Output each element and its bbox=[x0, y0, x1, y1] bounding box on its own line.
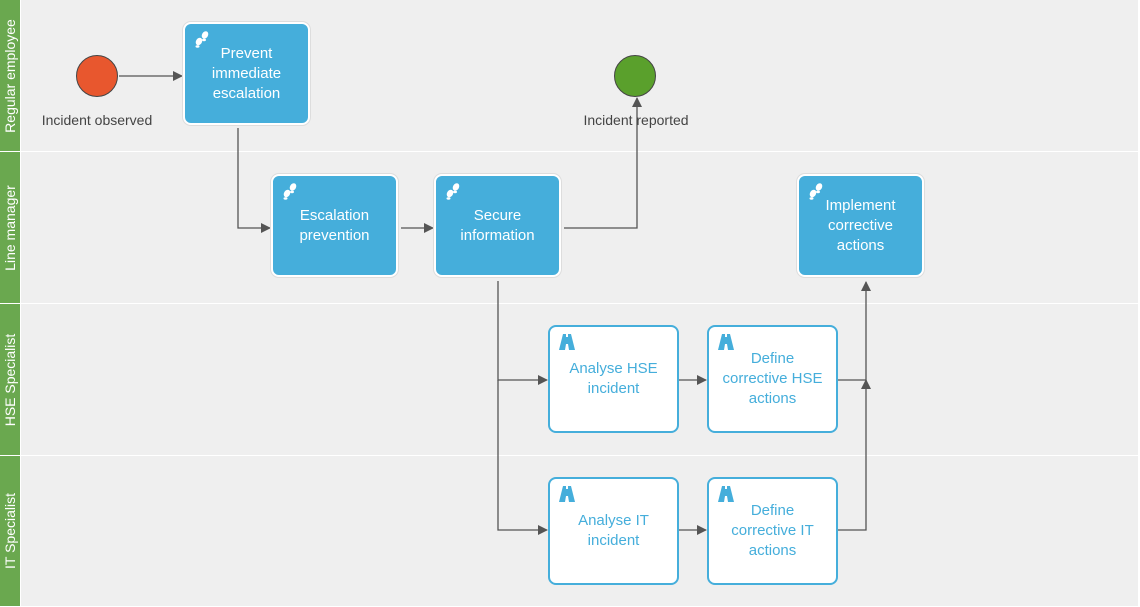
flow bbox=[838, 281, 871, 381]
task-analyse-it-incident[interactable]: Analyse IT incident bbox=[548, 477, 679, 585]
end-event-label: Incident reported bbox=[583, 112, 689, 128]
task-define-corrective-it-actions[interactable]: Define corrective IT actions bbox=[707, 477, 838, 585]
footsteps-icon bbox=[283, 183, 297, 200]
task-label: Implement corrective actions bbox=[825, 196, 896, 254]
task-label: Secure information bbox=[460, 206, 535, 244]
flow bbox=[237, 128, 271, 233]
road-icon bbox=[718, 486, 734, 502]
task-label: Define corrective HSE actions bbox=[722, 350, 823, 407]
task-define-corrective-hse-actions[interactable]: Define corrective HSE actions bbox=[707, 325, 838, 433]
start-event[interactable] bbox=[76, 55, 118, 97]
footsteps-icon bbox=[446, 183, 460, 200]
task-label: Prevent immediate escalation bbox=[211, 44, 282, 102]
footsteps-icon bbox=[195, 31, 209, 48]
start-event-label: Incident observed bbox=[41, 112, 153, 128]
task-analyse-hse-incident[interactable]: Analyse HSE incident bbox=[548, 325, 679, 433]
road-icon bbox=[559, 334, 575, 350]
road-icon bbox=[718, 334, 734, 350]
footsteps-icon bbox=[809, 183, 823, 200]
task-label: Analyse IT incident bbox=[578, 512, 649, 549]
task-escalation-prevention[interactable]: Escalation prevention bbox=[271, 174, 398, 277]
task-label: Define corrective IT actions bbox=[731, 502, 814, 559]
task-label: Analyse HSE incident bbox=[569, 360, 658, 397]
road-icon bbox=[559, 486, 575, 502]
flow bbox=[497, 380, 548, 535]
task-secure-information[interactable]: Secure information bbox=[434, 174, 561, 277]
flow bbox=[838, 379, 871, 531]
task-prevent-immediate-escalation[interactable]: Prevent immediate escalation bbox=[183, 22, 310, 125]
flow bbox=[497, 281, 548, 385]
end-event[interactable] bbox=[614, 55, 656, 97]
task-label: Escalation prevention bbox=[299, 206, 370, 244]
task-implement-corrective-actions[interactable]: Implement corrective actions bbox=[797, 174, 924, 277]
